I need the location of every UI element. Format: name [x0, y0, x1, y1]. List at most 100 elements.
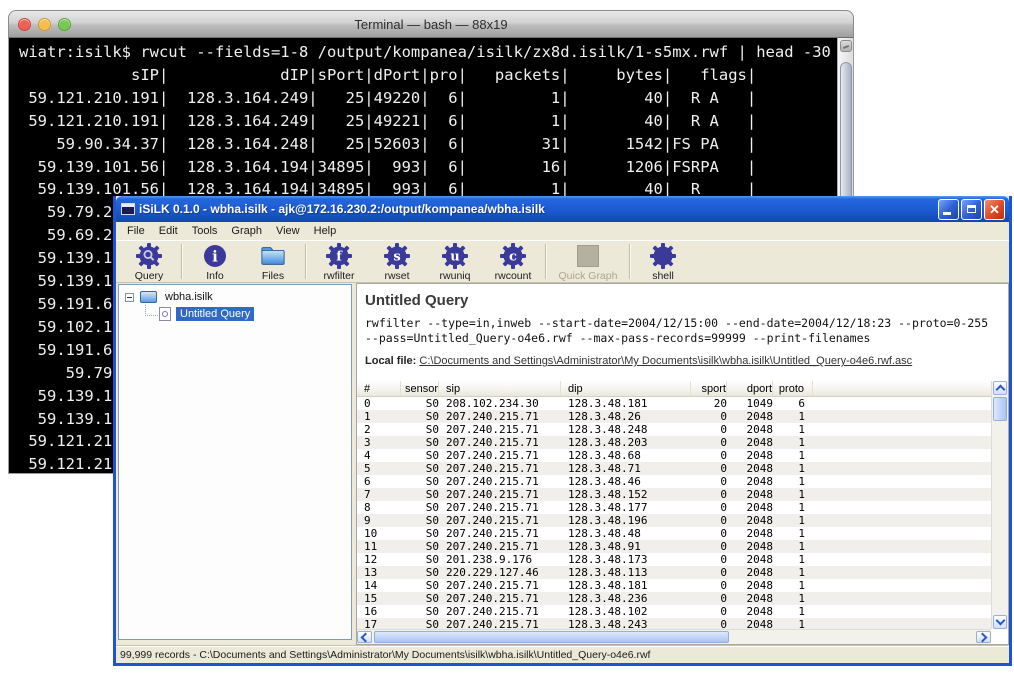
- vertical-scrollbar-thumb[interactable]: [993, 397, 1007, 421]
- col-header-sport[interactable]: sport: [691, 381, 727, 396]
- cell-sensor: S0: [401, 501, 439, 514]
- col-header-dip[interactable]: dip: [561, 381, 691, 396]
- cell-dport: 2048: [727, 501, 773, 514]
- col-header-proto[interactable]: proto: [773, 381, 813, 396]
- cell-dip: 128.3.48.71: [561, 462, 691, 475]
- table-row[interactable]: 16 S0 207.240.215.71 128.3.48.102 0 2048…: [357, 605, 991, 618]
- cell-sport: 0: [691, 553, 727, 566]
- tree-item-untitled-query[interactable]: Untitled Query: [159, 307, 351, 321]
- cell-index: 2: [357, 423, 401, 436]
- horizontal-scrollbar-thumb[interactable]: [374, 631, 729, 643]
- cell-sensor: S0: [401, 592, 439, 605]
- col-header-filler: [813, 381, 1008, 396]
- menu-item[interactable]: Help: [307, 224, 344, 238]
- terminal-line: 59.90.34.37| 128.3.164.248| 25|52603| 6|…: [19, 133, 853, 156]
- rwcount-button[interactable]: c rwcount: [484, 241, 542, 282]
- col-header-index[interactable]: #: [357, 381, 401, 396]
- cell-proto: 1: [773, 501, 813, 514]
- rwset-button[interactable]: s rwset: [368, 241, 426, 282]
- restore-button[interactable]: [961, 199, 982, 220]
- cell-sip: 220.229.127.46: [439, 566, 561, 579]
- table-row[interactable]: 15 S0 207.240.215.71 128.3.48.236 0 2048…: [357, 592, 991, 605]
- table-row[interactable]: 4 S0 207.240.215.71 128.3.48.68 0 2048 1: [357, 449, 991, 462]
- table-row[interactable]: 1 S0 207.240.215.71 128.3.48.26 0 2048 1: [357, 410, 991, 423]
- toolbar-separator: [545, 244, 547, 279]
- menu-item[interactable]: Tools: [185, 224, 225, 238]
- col-header-sip[interactable]: sip: [439, 381, 561, 396]
- table-row[interactable]: 13 S0 220.229.127.46 128.3.48.113 0 2048…: [357, 566, 991, 579]
- table-row[interactable]: 14 S0 207.240.215.71 128.3.48.181 0 2048…: [357, 579, 991, 592]
- query-button[interactable]: Query: [120, 241, 178, 282]
- scroll-down-button[interactable]: [993, 615, 1007, 629]
- scroll-up-button[interactable]: [993, 381, 1007, 395]
- cell-dport: 2048: [727, 514, 773, 527]
- table-row[interactable]: 11 S0 207.240.215.71 128.3.48.91 0 2048 …: [357, 540, 991, 553]
- collapse-icon[interactable]: [125, 293, 134, 302]
- col-header-sensor[interactable]: sensor: [401, 381, 439, 396]
- rwfilter-button[interactable]: f rwfilter: [310, 241, 368, 282]
- table-row[interactable]: 5 S0 207.240.215.71 128.3.48.71 0 2048 1: [357, 462, 991, 475]
- cell-index: 15: [357, 592, 401, 605]
- menu-item[interactable]: View: [269, 224, 307, 238]
- vertical-scrollbar[interactable]: [991, 381, 1008, 629]
- table-row[interactable]: 7 S0 207.240.215.71 128.3.48.152 0 2048 …: [357, 488, 991, 501]
- rwuniq-button[interactable]: u rwuniq: [426, 241, 484, 282]
- rwuniq-gear-icon: u: [442, 243, 468, 269]
- shell-gear-icon: [650, 243, 676, 269]
- close-button[interactable]: ✕: [984, 199, 1005, 220]
- svg-text:s: s: [393, 250, 400, 265]
- scroll-left-button[interactable]: [357, 631, 372, 643]
- table-row[interactable]: 8 S0 207.240.215.71 128.3.48.177 0 2048 …: [357, 501, 991, 514]
- cell-dport: 2048: [727, 527, 773, 540]
- menu-item[interactable]: Edit: [152, 224, 185, 238]
- cell-dip: 128.3.48.152: [561, 488, 691, 501]
- col-header-dport[interactable]: dport: [727, 381, 773, 396]
- cell-sport: 0: [691, 410, 727, 423]
- svg-text:u: u: [450, 250, 459, 265]
- project-tree[interactable]: wbha.isilk Untitled Query: [118, 284, 352, 640]
- terminal-scrollbar-thumb[interactable]: [840, 62, 852, 202]
- cell-sport: 0: [691, 566, 727, 579]
- files-button[interactable]: Files: [244, 241, 302, 282]
- terminal-titlebar[interactable]: Terminal — bash — 88x19: [8, 10, 854, 38]
- menu-item[interactable]: Graph: [224, 224, 269, 238]
- table-row[interactable]: 0 S0 208.102.234.30 128.3.48.181 20 1049…: [357, 397, 991, 410]
- cell-sensor: S0: [401, 566, 439, 579]
- cell-sensor: S0: [401, 553, 439, 566]
- menu-item[interactable]: File: [120, 224, 152, 238]
- local-file-link[interactable]: C:\Documents and Settings\Administrator\…: [419, 355, 912, 367]
- shell-button[interactable]: shell: [634, 241, 692, 282]
- cell-sip: 207.240.215.71: [439, 410, 561, 423]
- table-row[interactable]: 6 S0 207.240.215.71 128.3.48.46 0 2048 1: [357, 475, 991, 488]
- cell-sport: 0: [691, 475, 727, 488]
- rwfilter-gear-icon: f: [326, 243, 352, 269]
- table-row[interactable]: 3 S0 207.240.215.71 128.3.48.203 0 2048 …: [357, 436, 991, 449]
- cell-sport: 0: [691, 579, 727, 592]
- cell-sip: 207.240.215.71: [439, 449, 561, 462]
- cell-dport: 2048: [727, 605, 773, 618]
- cell-index: 1: [357, 410, 401, 423]
- svg-text:i: i: [212, 248, 218, 266]
- cell-dip: 128.3.48.196: [561, 514, 691, 527]
- cell-dip: 128.3.48.48: [561, 527, 691, 540]
- split-pane-icon[interactable]: [840, 40, 852, 52]
- cell-dip: 128.3.48.173: [561, 553, 691, 566]
- table-row[interactable]: 17 S0 207.240.215.71 128.3.48.243 0 2048…: [357, 618, 991, 629]
- table-row[interactable]: 2 S0 207.240.215.71 128.3.48.248 0 2048 …: [357, 423, 991, 436]
- cell-sip: 207.240.215.71: [439, 475, 561, 488]
- cell-dport: 2048: [727, 475, 773, 488]
- table-row[interactable]: 9 S0 207.240.215.71 128.3.48.196 0 2048 …: [357, 514, 991, 527]
- cell-sip: 207.240.215.71: [439, 488, 561, 501]
- isilk-titlebar[interactable]: iSiLK 0.1.0 - wbha.isilk - ajk@172.16.23…: [116, 196, 1009, 222]
- cell-dip: 128.3.48.236: [561, 592, 691, 605]
- minimize-button[interactable]: [938, 199, 959, 220]
- table-row[interactable]: 10 S0 207.240.215.71 128.3.48.48 0 2048 …: [357, 527, 991, 540]
- scroll-right-button[interactable]: [976, 631, 991, 643]
- cell-sensor: S0: [401, 475, 439, 488]
- tree-root-item[interactable]: wbha.isilk: [125, 291, 351, 303]
- info-button[interactable]: i Info: [186, 241, 244, 282]
- horizontal-scrollbar[interactable]: [357, 629, 991, 644]
- cell-sport: 0: [691, 514, 727, 527]
- table-row[interactable]: 12 S0 201.238.9.176 128.3.48.173 0 2048 …: [357, 553, 991, 566]
- local-file-row: Local file: C:\Documents and Settings\Ad…: [365, 355, 1008, 367]
